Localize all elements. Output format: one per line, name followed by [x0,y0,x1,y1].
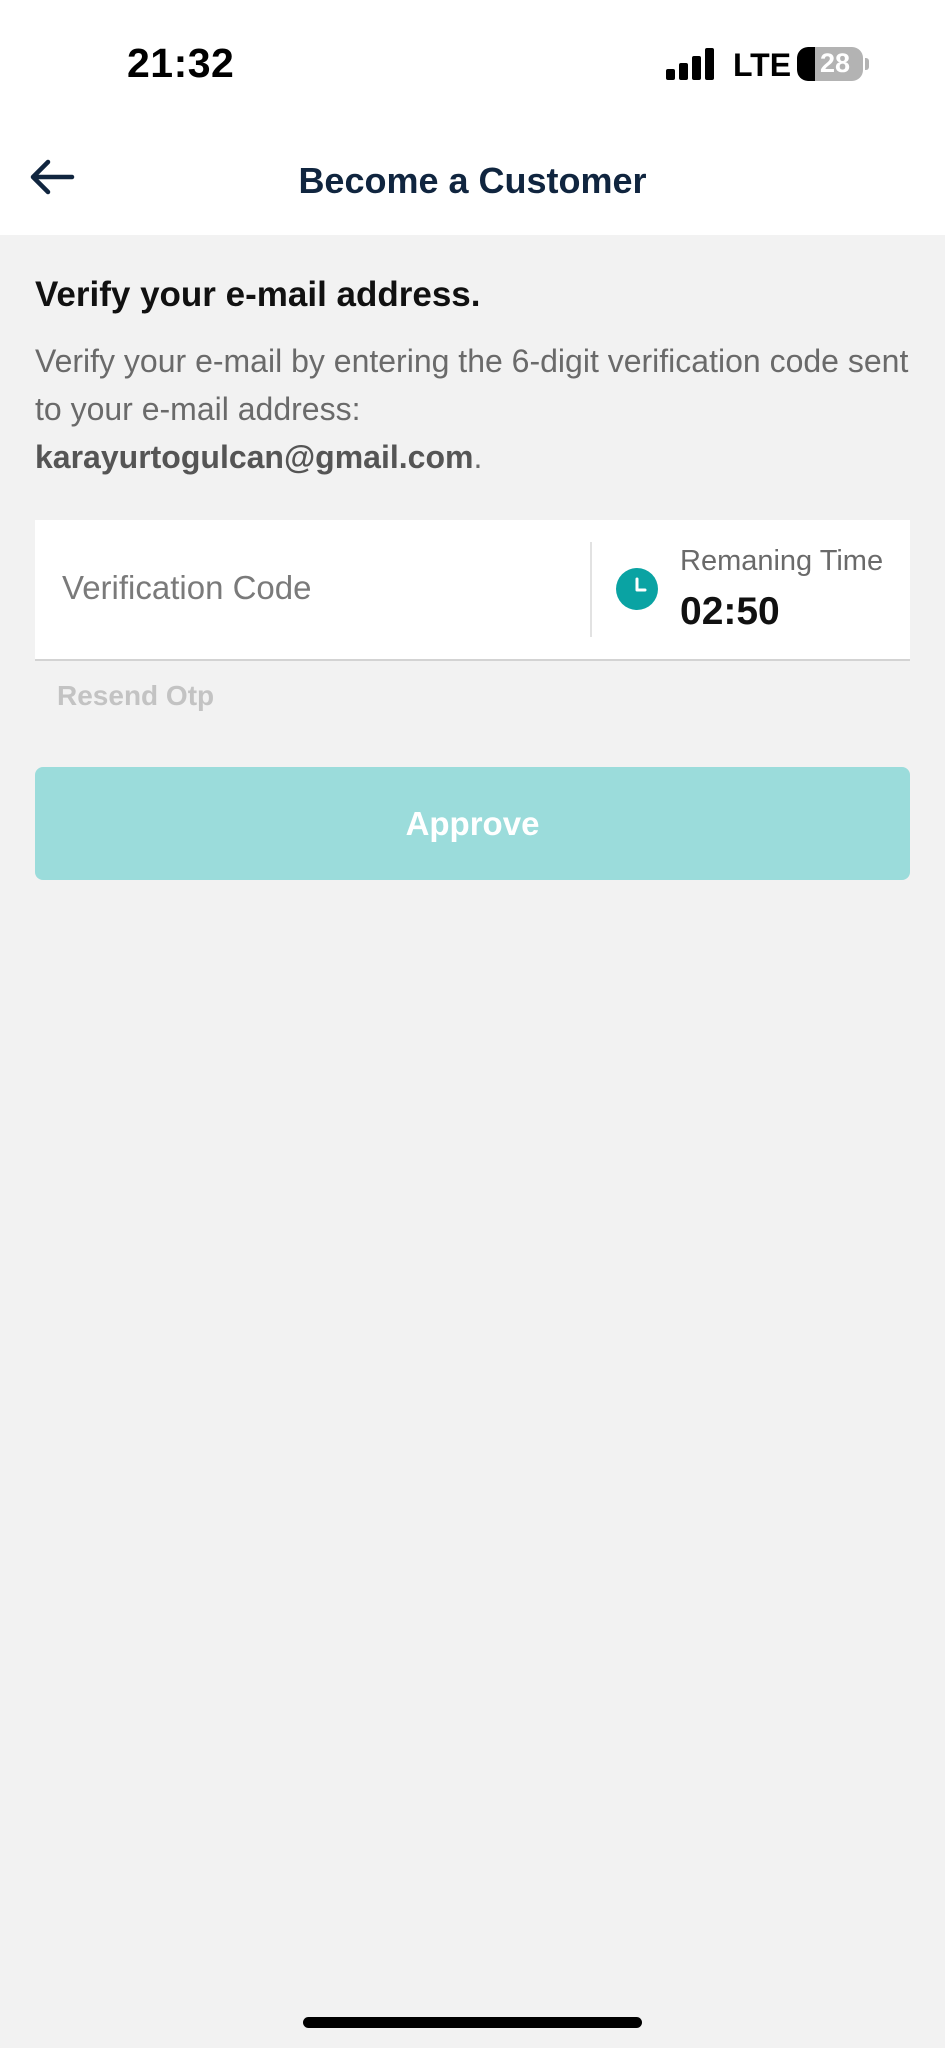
battery-level: 28 [819,48,851,78]
email-suffix: . [473,439,483,475]
network-type: LTE [733,47,792,83]
verification-code-card: Remaning Time 02:50 [35,520,910,661]
remaining-time-value: 02:50 [680,590,780,633]
verification-code-input[interactable] [62,560,582,616]
verify-description-text: Verify your e-mail by entering the 6-dig… [35,343,909,427]
remaining-time-label: Remaning Time [680,545,884,577]
verify-email-section: Verify your e-mail address. Verify your … [35,235,910,481]
email-address: karayurtogulcan@gmail.com [35,439,474,475]
approve-button-label: Approve [405,804,540,842]
verify-description: Verify your e-mail by entering the 6-dig… [35,337,910,481]
home-indicator [303,2017,642,2028]
verify-heading: Verify your e-mail address. [35,275,481,314]
resend-otp-link[interactable]: Resend Otp [57,680,214,712]
status-time: 21:32 [127,40,235,86]
battery-icon: 28 [797,47,863,81]
status-bar: 21:32 LTE 28 [0,0,945,120]
battery-tip [865,58,869,70]
approve-button[interactable]: Approve [35,767,910,880]
field-divider [590,542,592,637]
page-title: Become a Customer [298,160,647,201]
navigation-bar: Become a Customer [0,120,945,235]
cellular-signal-icon [666,48,716,80]
clock-icon [616,568,658,610]
